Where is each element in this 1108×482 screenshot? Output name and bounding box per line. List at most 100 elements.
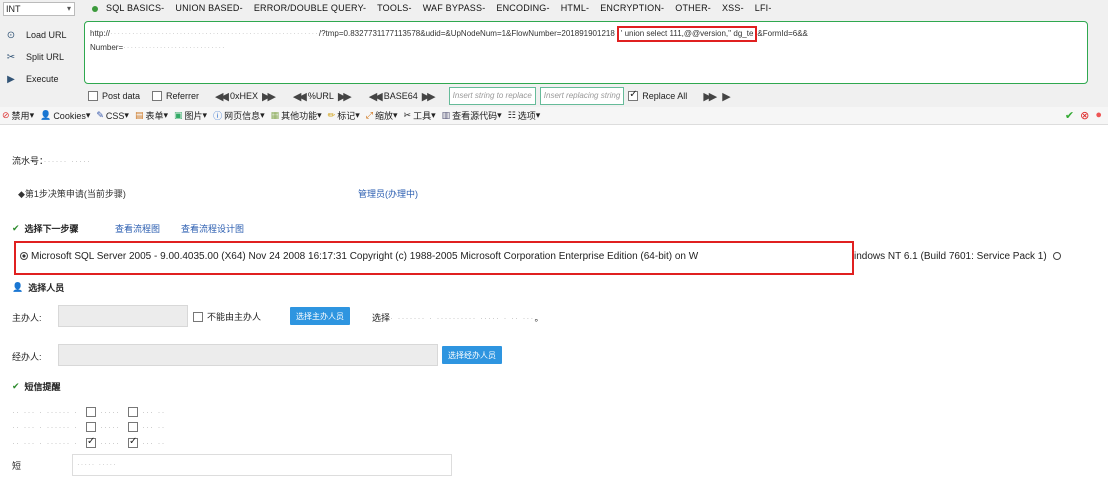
handler-status: 管理员(办理中) [358, 189, 418, 199]
wdt-css[interactable]: ✎ CSS ▾ [96, 110, 129, 121]
base64-encode-button[interactable]: ◀◀ BASE64 ▶▶ [365, 90, 437, 103]
source-icon: ▥ [441, 110, 451, 120]
replacing-string-input[interactable]: Insert replacing string [539, 87, 625, 105]
arrow-left-icon: ◀◀ [368, 90, 383, 103]
hackbar-options: Post data Referrer ◀◀ 0xHEX ▶▶ ◀◀ %URL ▶▶ ◀◀… [88, 87, 1098, 105]
wdt-resize[interactable]: ⤢ 缩放 ▾ [366, 109, 398, 122]
misc-icon: ▦ [270, 110, 280, 120]
menu-lfi[interactable]: LFI- [755, 3, 772, 13]
host-label: 主办人: [12, 313, 42, 323]
wdt-tools[interactable]: ✂ 工具 ▾ [404, 109, 436, 122]
resize-icon: ⤢ [365, 110, 373, 120]
select-host-button[interactable]: 选择主办人员 [290, 307, 350, 325]
co-input[interactable] [58, 344, 438, 366]
wdt-options[interactable]: ☷ 选项 ▾ [508, 109, 541, 122]
co-label: 经办人: [12, 352, 42, 362]
arrow-left-icon: ◀◀ [292, 90, 307, 103]
error-icon[interactable]: ⊗ [1080, 109, 1089, 122]
notify-row: ·· ··· · ······ ········· ·· [12, 436, 173, 448]
current-step: ◆第1步决策申请(当前步骤) [18, 189, 126, 199]
execute-icon: ▶ [7, 73, 15, 85]
form-icon: ▤ [134, 110, 144, 120]
options-icon: ☷ [507, 110, 516, 120]
msg-label: 短 [12, 461, 22, 471]
wdt-view-source[interactable]: ▥ 查看源代码 ▾ [442, 109, 502, 122]
menu-error-double-query[interactable]: ERROR/DOUBLE QUERY- [254, 3, 366, 13]
menu-xss[interactable]: XSS- [722, 3, 744, 13]
chevron-down-icon: ▾ [66, 4, 71, 13]
menu-waf-bypass[interactable]: WAF BYPASS- [423, 3, 486, 13]
status-dot-icon [92, 6, 98, 12]
wdt-status: ✔ ⊗ ● [1065, 109, 1102, 122]
webdev-toolbar: ⊘ 禁用 ▾ 👤 Cookies ▾ ✎ CSS ▾ ▤ 表单 ▾ ▣ 图片 ▾ ⓘ 网页信息 ▾ ▦ 其… [0, 107, 1108, 125]
sql-version-tail: indows NT 6.1 (Build 7601: Service Pack … [854, 251, 1061, 262]
host-input[interactable] [58, 305, 188, 327]
sql-version-text: Microsoft SQL Server 2005 - 9.00.4035.00… [31, 251, 699, 262]
next-step-heading: ✔ 选择下一步骤 [12, 223, 79, 234]
hex-encode-button[interactable]: ◀◀ 0xHEX ▶▶ [211, 90, 277, 103]
arrow-right-icon: ▶▶ [261, 90, 276, 103]
menu-other[interactable]: OTHER- [675, 3, 711, 13]
replace-all-checkbox[interactable]: Replace All [628, 89, 687, 101]
wdt-outline[interactable]: ✏ 标记 ▾ [328, 109, 360, 122]
referrer-checkbox[interactable]: Referrer [152, 91, 199, 101]
flow-number: 流水号：······ ····· [12, 156, 91, 166]
image-icon: ▣ [174, 110, 183, 120]
menu-union-based[interactable]: UNION BASED- [175, 3, 242, 13]
url-encode-button[interactable]: ◀◀ %URL ▶▶ [289, 90, 353, 103]
page-content: 流水号：······ ····· ◆第1步决策申请(当前步骤) 管理员(办理中)… [0, 125, 1108, 482]
menu-sql-basics[interactable]: SQL BASICS- [106, 3, 164, 13]
info-circle-icon[interactable]: ● [1095, 109, 1102, 122]
split-url-button[interactable]: ✂ Split URL [4, 46, 80, 68]
sms-heading: ✔ 短信提醒 [12, 381, 61, 392]
no-host-checkbox[interactable]: 不能由主办人 [193, 310, 261, 323]
menu-encoding[interactable]: ENCODING- [496, 3, 549, 13]
wdt-cookies[interactable]: 👤 Cookies ▾ [40, 110, 90, 121]
replace-arrow-icon[interactable]: ▶▶ [703, 90, 717, 103]
radio-unselected-icon[interactable] [1052, 252, 1061, 261]
split-icon: ✂ [6, 51, 16, 63]
select-person-heading: 👤 选择人员 [12, 282, 65, 293]
injection-highlight: ' union select 111,@@version,'' dg_te [616, 26, 758, 42]
sqli-type-select[interactable]: INT ▾ [3, 2, 75, 16]
wdt-page-info[interactable]: ⓘ 网页信息 ▾ [213, 109, 265, 122]
replace-back-icon[interactable]: ▶ [722, 90, 731, 103]
check-icon[interactable]: ✔ [1065, 109, 1074, 122]
tools-icon: ✂ [403, 110, 412, 120]
view-design-link[interactable]: 查看流程设计图 [181, 222, 244, 235]
menu-encryption[interactable]: ENCRYPTION- [600, 3, 664, 13]
wdt-disable[interactable]: ⊘ 禁用 ▾ [2, 109, 34, 122]
disable-icon: ⊘ [2, 110, 10, 120]
url-textarea[interactable]: http://·································… [84, 21, 1088, 84]
replace-string-input[interactable]: Insert string to replace [448, 87, 536, 105]
host-hint: 选择· ······· · ·········· ····· · ·· ···。 [372, 313, 544, 323]
sql-version-option[interactable]: Microsoft SQL Server 2005 - 9.00.4035.00… [14, 241, 854, 275]
cookie-icon: 👤 [40, 110, 52, 120]
post-data-checkbox[interactable]: Post data [88, 91, 140, 101]
menu-html[interactable]: HTML- [561, 3, 590, 13]
pencil-icon: ✏ [327, 110, 336, 120]
view-flowchart-link[interactable]: 查看流程图 [115, 222, 160, 235]
checkmark-icon: ✔ [12, 223, 20, 233]
hackbar-actions: ⊙ Load URL ✂ Split URL ▶ Execute [4, 24, 80, 90]
arrow-left-icon: ◀◀ [215, 90, 229, 103]
hackbar-menu: SQL BASICS- UNION BASED- ERROR/DOUBLE QU… [106, 3, 783, 13]
load-icon: ⊙ [6, 29, 16, 41]
menu-tools[interactable]: TOOLS- [377, 3, 412, 13]
notify-row: ·· ··· · ······ ········· ·· [12, 422, 166, 432]
load-url-button[interactable]: ⊙ Load URL [4, 24, 80, 46]
arrow-right-icon: ▶▶ [337, 90, 352, 103]
notify-row: ·· ··· · ······ ········· ·· [12, 407, 166, 417]
css-icon: ✎ [96, 110, 104, 120]
execute-button[interactable]: ▶ Execute [4, 68, 80, 90]
checkmark-icon: ✔ [12, 381, 20, 391]
arrow-right-icon: ▶▶ [421, 90, 436, 103]
radio-selected-icon [20, 252, 28, 261]
wdt-misc[interactable]: ▦ 其他功能 ▾ [271, 109, 322, 122]
wdt-images[interactable]: ▣ 图片 ▾ [174, 109, 207, 122]
select-co-button[interactable]: 选择经办人员 [442, 346, 502, 364]
info-icon: ⓘ [213, 111, 223, 121]
wdt-forms[interactable]: ▤ 表单 ▾ [135, 109, 168, 122]
hackbar-panel: INT ▾ SQL BASICS- UNION BASED- ERROR/DOUB… [0, 0, 1108, 107]
message-input[interactable]: ····· ····· [72, 454, 452, 476]
